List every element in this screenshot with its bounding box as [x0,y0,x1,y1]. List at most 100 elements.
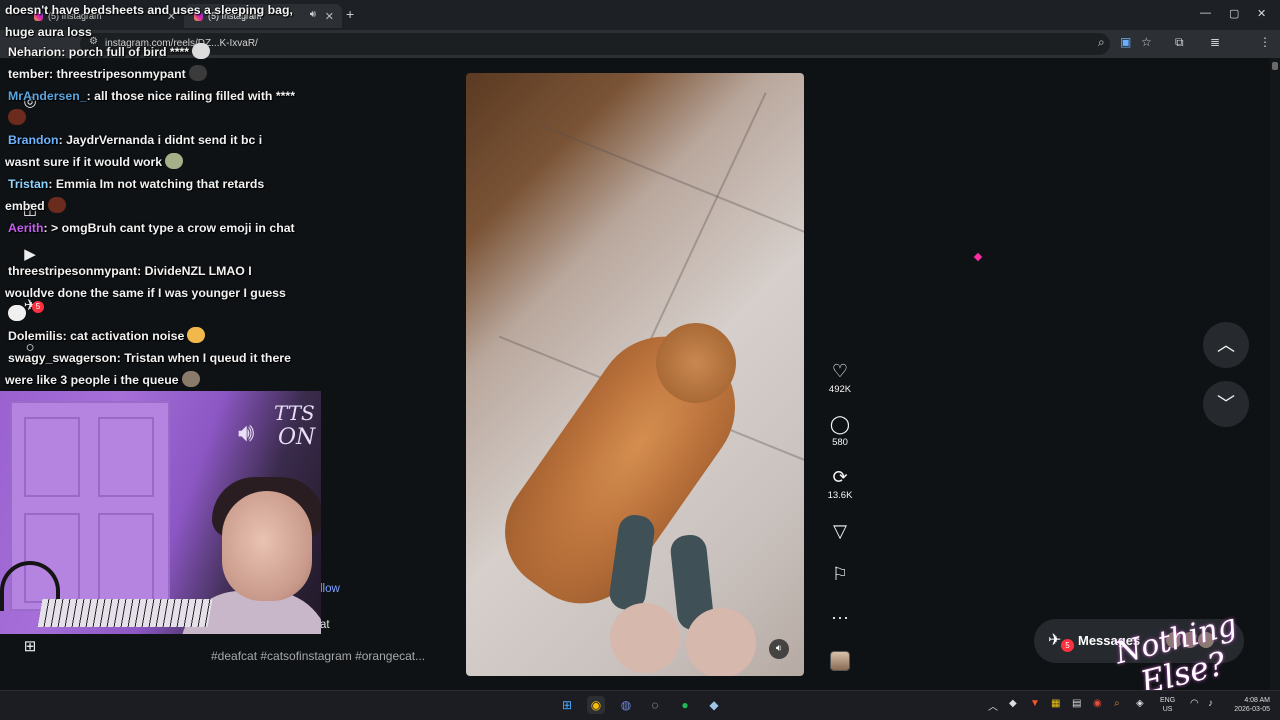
volume-tray-icon[interactable]: ♪ [1208,698,1213,709]
language-code: ENG [1160,697,1176,704]
door-panel [24,417,80,497]
minimize-button[interactable]: — [1200,7,1211,19]
spotify-icon[interactable]: ● [676,696,694,714]
scrollbar[interactable] [1270,58,1280,690]
chrome-icon[interactable]: ◉ [587,696,605,714]
chat-message: Dolemilis: cat activation noise [5,326,295,348]
reel-caption[interactable]: #deafcat #catsofinstagram #orangecat... [211,649,425,663]
repost-button[interactable]: ⟳ 13.6K [820,466,860,501]
tts-state: ON [278,425,316,450]
reel-video[interactable]: 🔉︎ [466,73,804,676]
wifi-icon[interactable]: ◠ [1190,698,1199,709]
chevron-down-icon: ﹀ [1217,394,1235,414]
tray-brave-icon[interactable]: ▼ [1030,698,1040,709]
messages-icon: ✈ [1048,632,1062,649]
emote-icon [188,65,207,81]
comment-icon: ◯ [829,414,851,434]
audio-playing-icon[interactable]: 🔊︎ [310,9,316,20]
maximize-button[interactable]: ▢ [1229,7,1239,20]
emote-icon [187,327,206,343]
language-indicator[interactable]: ENG US [1160,696,1175,714]
cast-icon[interactable]: ▣ [1120,35,1131,49]
emote-icon [181,370,200,387]
obs-icon[interactable]: ◌ [646,696,664,714]
chat-text: doesn't have bedsheets and uses a sleepi… [5,3,293,39]
chat-message: Aerith: > omgBruh cant type a crow emoji… [5,218,295,240]
chat-text: : porch full of bird **** [61,45,190,59]
chat-username: Aerith [8,221,44,235]
tray-network-icon[interactable]: ◈ [1136,698,1144,709]
tts-label: TTS [274,401,315,425]
speaker-icon: 🔊︎ [238,417,255,447]
chat-message: tember: threestripesonmypant [5,64,295,86]
volume-icon[interactable]: 🔉︎ [769,639,789,659]
emote-icon [192,43,211,59]
emote-icon [47,196,66,213]
chat-message: swagy_swagerson: Tristan when I queud it… [5,348,295,391]
chat-message: doesn't have bedsheets and uses a sleepi… [5,0,295,43]
tray-overflow-icon[interactable]: ︿ [988,698,998,713]
floor-tile-line [537,123,804,245]
cat-head [656,323,736,403]
like-count: 492K [828,384,852,395]
leg [686,608,756,676]
extensions-icon[interactable]: ⧉ [1175,35,1184,50]
audio-thumbnail[interactable] [830,651,850,671]
chat-username: Neharion [8,45,62,59]
chat-username: Brandon [8,133,59,147]
close-window-button[interactable]: ✕ [1257,7,1266,20]
chat-username: threestripesonmypant [8,264,138,278]
more-icon: ··· [831,607,849,627]
reading-list-icon[interactable]: ≣ [1210,35,1220,49]
save-button[interactable]: ⚐ [820,563,860,585]
previous-reel-button[interactable]: ︿ [1203,322,1249,368]
chat-username: swagy_swagerson [8,351,117,365]
more-options-button[interactable]: ··· [820,606,860,628]
windows-taskbar [0,690,1280,720]
new-tab-button[interactable]: + [346,6,354,22]
chat-text: : all those nice railing filled with ***… [86,89,295,103]
close-tab-icon[interactable]: ✕ [325,10,334,23]
emote-icon [8,305,26,321]
comment-count: 580 [832,437,848,448]
tray-app-icon[interactable]: ▦ [1051,698,1060,709]
keyboard [37,599,213,627]
region-code: US [1162,706,1173,713]
share-button[interactable]: ▽ [820,520,860,542]
scrollbar-thumb[interactable] [1272,62,1278,70]
tts-indicator: 🔊︎ TTS ON [236,401,318,461]
bookmark-icon: ⚐ [831,564,849,584]
comment-button[interactable]: ◯ 580 [820,413,860,448]
tray-app-icon[interactable]: ◉ [1093,698,1102,709]
system-clock[interactable]: 4:08 AM 2026-03-05 [1230,696,1270,714]
door-panel [98,513,154,603]
chevron-up-icon: ︿ [1217,335,1235,355]
chat-message: Tristan: Emmia Im not watching that reta… [5,174,295,217]
next-reel-button[interactable]: ﹀ [1203,381,1249,427]
discord-icon[interactable]: ◍ [617,696,635,714]
emote-icon [165,152,184,169]
webcam-feed: 🔊︎ TTS ON [0,391,321,634]
door-panel [98,417,154,497]
leg [610,603,680,673]
emote-icon [8,108,26,125]
zoom-icon[interactable]: ⌕ [1098,35,1105,50]
heart-icon: ♡ [831,361,849,381]
start-icon[interactable]: ⊞ [558,696,576,714]
like-button[interactable]: ♡ 492K [820,360,860,395]
chat-message: Neharion: porch full of bird **** [5,42,295,64]
clock-time: 4:08 AM [1244,697,1270,704]
streamer-face [222,491,312,601]
tray-search-icon[interactable]: ⌕ [1114,698,1120,709]
tray-app-icon[interactable]: ▤ [1072,698,1081,709]
follow-link[interactable]: llow [320,583,340,595]
more-menu-icon[interactable]: ⊞ [20,637,40,657]
chat-username: tember [8,67,50,81]
repost-icon: ⟳ [832,467,848,487]
tray-steam-icon[interactable]: ◆ [1009,698,1017,709]
chat-username: Dolemilis [8,329,63,343]
menu-icon[interactable]: ⋮ [1259,35,1271,49]
steam-icon[interactable]: ◆ [705,696,723,714]
bookmark-star-icon[interactable]: ☆ [1141,35,1152,49]
clock-date: 2026-03-05 [1234,706,1270,713]
